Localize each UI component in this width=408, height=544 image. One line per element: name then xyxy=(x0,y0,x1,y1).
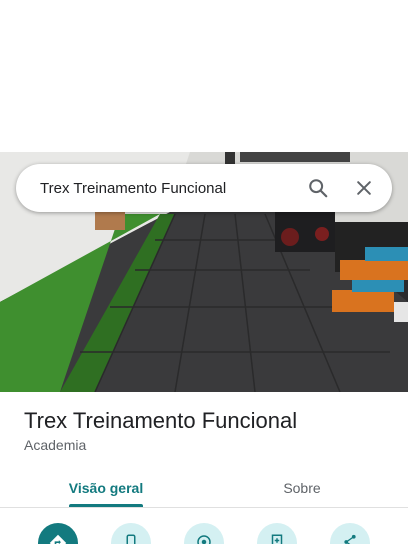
share-button[interactable] xyxy=(330,523,370,544)
clear-search-button[interactable] xyxy=(344,168,384,208)
maps-place-page: Trex Treinamento Funcional Trex Treiname… xyxy=(0,0,408,544)
search-query-text[interactable]: Trex Treinamento Funcional xyxy=(40,180,298,197)
save-icon xyxy=(271,534,283,544)
call-button[interactable] xyxy=(111,523,151,544)
search-bar[interactable]: Trex Treinamento Funcional xyxy=(16,164,392,212)
nearby-button[interactable] xyxy=(184,523,224,544)
tab-about[interactable]: Sobre xyxy=(252,468,352,508)
search-button[interactable] xyxy=(298,168,338,208)
selected-tab-indicator xyxy=(69,504,143,507)
search-icon xyxy=(309,179,328,198)
place-name: Trex Treinamento Funcional xyxy=(24,408,298,433)
nearby-icon xyxy=(197,535,211,544)
tab-overview[interactable]: Visão geral xyxy=(56,468,156,508)
place-category[interactable]: Academia xyxy=(24,437,86,453)
place-tabs: Visão geral Sobre xyxy=(0,468,408,508)
directions-icon xyxy=(49,534,67,544)
phone-icon xyxy=(126,534,136,544)
share-icon xyxy=(344,534,356,544)
directions-button[interactable] xyxy=(38,523,78,544)
save-button[interactable] xyxy=(257,523,297,544)
close-icon xyxy=(357,181,371,195)
